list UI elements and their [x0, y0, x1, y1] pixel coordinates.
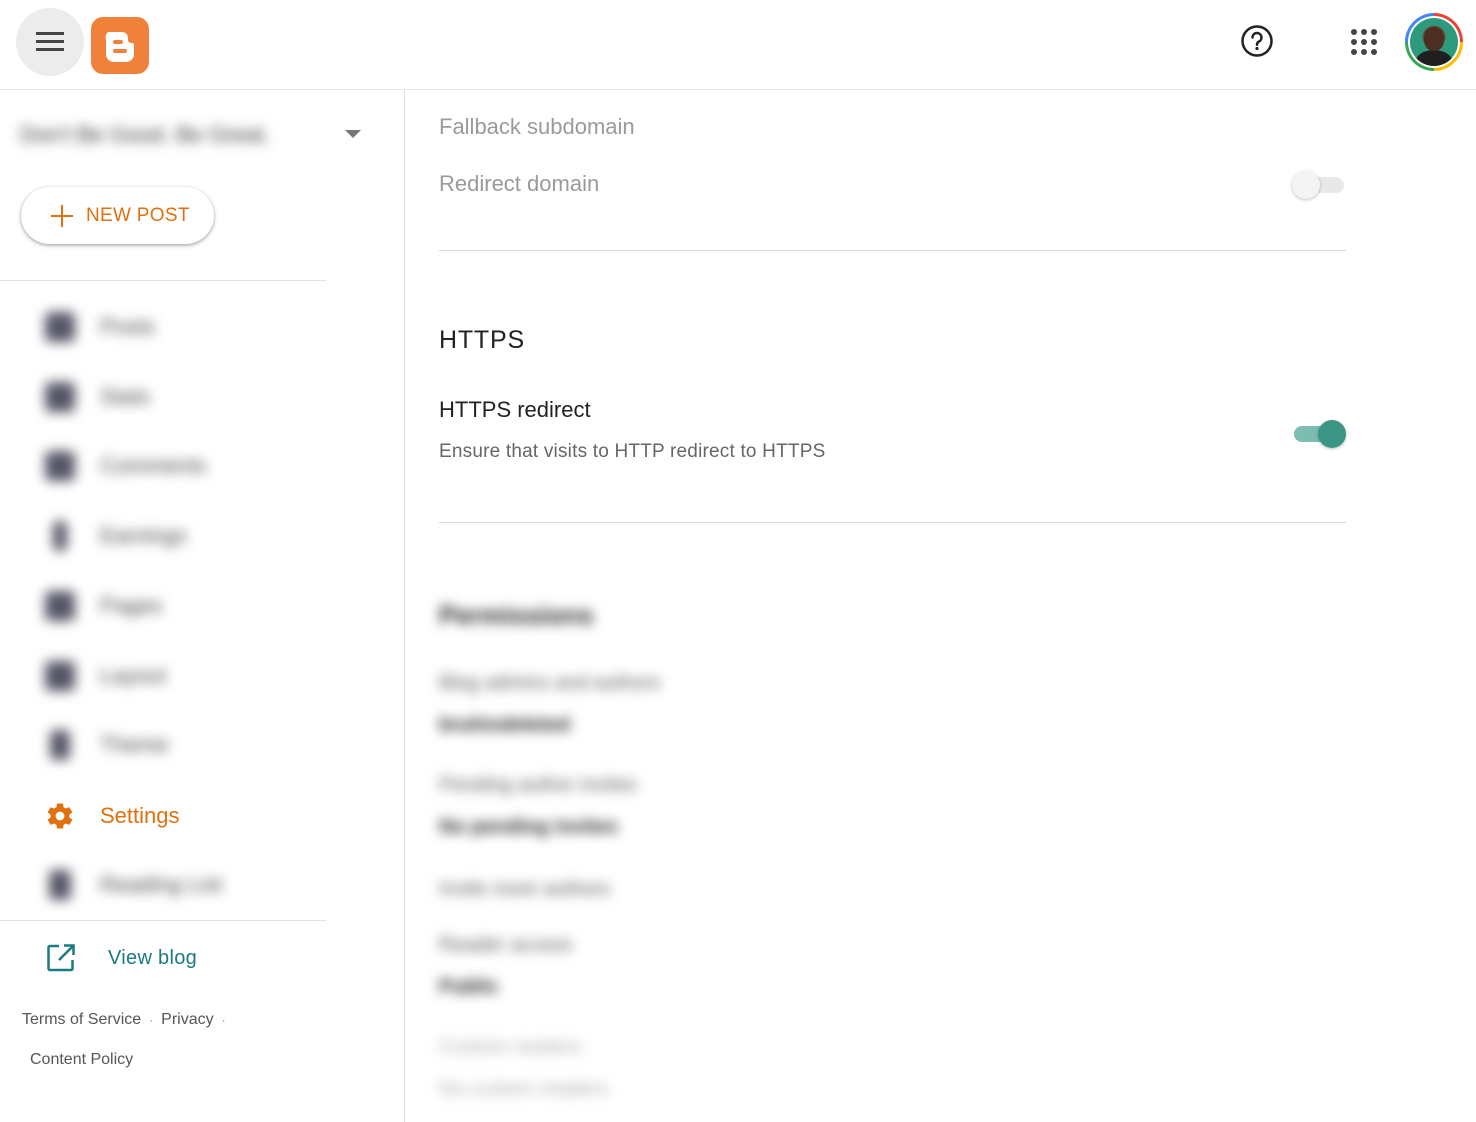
- reader-access-value: Public: [439, 976, 500, 998]
- new-post-label: NEW POST: [86, 204, 190, 226]
- sidebar-item-label: Theme: [100, 732, 169, 757]
- sidebar-item-settings[interactable]: Settings: [40, 791, 320, 841]
- terms-of-service-link[interactable]: Terms of Service: [22, 1011, 141, 1028]
- sidebar-item-comments[interactable]: Comments: [40, 441, 320, 491]
- new-post-button[interactable]: NEW POST: [21, 187, 214, 244]
- pages-icon: [40, 586, 80, 626]
- user-avatar[interactable]: [1405, 13, 1463, 71]
- redirect-domain-label: Redirect domain: [439, 171, 600, 196]
- permissions-section: Permissions Blog admins and authors bruh…: [439, 590, 1039, 1120]
- stats-icon: [40, 377, 80, 417]
- fallback-subdomain-label[interactable]: Fallback subdomain: [439, 114, 635, 140]
- theme-icon: [40, 725, 80, 765]
- caret-down-icon: [345, 130, 361, 138]
- custom-readers-label: Custom readers: [439, 1036, 582, 1058]
- gear-icon: [40, 796, 80, 836]
- layout-icon: [40, 656, 80, 696]
- sidebar-item-label: Layout: [100, 663, 167, 688]
- earnings-icon: [40, 516, 80, 556]
- apps-grid-icon[interactable]: [1350, 28, 1378, 56]
- sidebar-item-layout[interactable]: Layout: [40, 651, 320, 701]
- invite-authors-link[interactable]: Invite more authors: [439, 878, 610, 901]
- reader-access-label[interactable]: Reader access: [439, 934, 572, 957]
- sidebar-divider: [0, 920, 326, 921]
- permissions-title: Permissions: [439, 600, 594, 630]
- hamburger-menu-icon: [36, 32, 64, 52]
- app-header: [0, 0, 1476, 90]
- sidebar-item-theme[interactable]: Theme: [40, 720, 320, 770]
- sidebar-item-stats[interactable]: Stats: [40, 372, 320, 422]
- plus-icon: [51, 204, 73, 227]
- sidebar-item-label: Comments: [100, 453, 207, 478]
- sidebar-item-label: Stats: [100, 384, 151, 409]
- https-redirect-toggle[interactable]: [1292, 418, 1346, 448]
- blog-selector[interactable]: Don't Be Good. Be Great.: [20, 122, 380, 152]
- custom-readers-value: No custom readers: [439, 1078, 608, 1100]
- https-redirect-description: Ensure that visits to HTTP redirect to H…: [439, 441, 826, 462]
- pending-invites-value: No pending invites: [439, 816, 618, 838]
- view-blog-link[interactable]: View blog: [46, 938, 197, 978]
- pending-invites-label: Pending author invites: [439, 774, 637, 796]
- reading-list-icon: [40, 865, 80, 905]
- sidebar-item-label: Reading List: [100, 872, 223, 897]
- section-divider: [439, 250, 1346, 251]
- blog-admins-value: bruhisdeleted: [439, 714, 571, 736]
- sidebar: Don't Be Good. Be Great. NEW POST Posts …: [0, 90, 405, 1122]
- settings-main: Fallback subdomain Redirect domain HTTPS…: [406, 90, 1476, 1122]
- blogger-logo-icon[interactable]: [91, 17, 149, 74]
- sidebar-item-pages[interactable]: Pages: [40, 581, 320, 631]
- sidebar-item-label: Pages: [100, 593, 163, 618]
- blog-name: Don't Be Good. Be Great.: [20, 122, 271, 147]
- sidebar-item-label: Settings: [100, 803, 180, 828]
- footer-links: Terms of Service · Privacy · Content Policy: [22, 1000, 322, 1079]
- hamburger-menu-button[interactable]: [16, 8, 84, 76]
- content-policy-link[interactable]: Content Policy: [22, 1040, 322, 1079]
- redirect-domain-toggle[interactable]: [1292, 169, 1346, 199]
- sidebar-divider: [0, 280, 326, 281]
- view-blog-label: View blog: [108, 946, 198, 969]
- sidebar-item-label: Earnings: [100, 523, 187, 548]
- comments-icon: [40, 446, 80, 486]
- sidebar-item-earnings[interactable]: Earnings: [40, 511, 320, 561]
- sidebar-item-posts[interactable]: Posts: [40, 302, 320, 352]
- section-divider: [439, 522, 1346, 523]
- privacy-link[interactable]: Privacy: [161, 1011, 213, 1028]
- posts-icon: [40, 307, 80, 347]
- help-circle-icon[interactable]: [1240, 24, 1274, 58]
- avatar-photo: [1410, 18, 1458, 66]
- blog-admins-label[interactable]: Blog admins and authors: [439, 672, 660, 695]
- https-section-title: HTTPS: [439, 326, 525, 354]
- sidebar-item-label: Posts: [100, 314, 156, 339]
- https-redirect-title: HTTPS redirect: [439, 397, 591, 422]
- external-link-icon: [47, 944, 75, 972]
- sidebar-item-reading-list[interactable]: Reading List: [40, 860, 320, 910]
